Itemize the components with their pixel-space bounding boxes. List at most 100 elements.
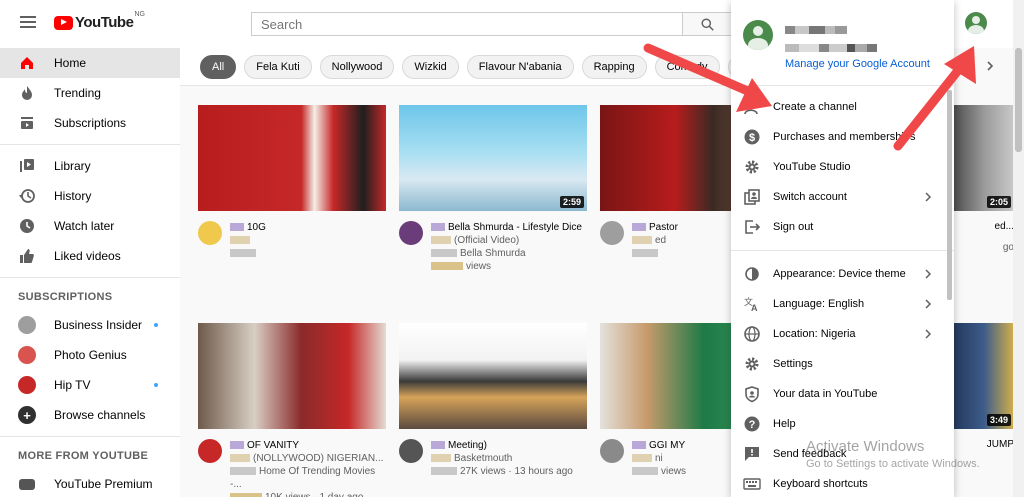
video-info	[230, 247, 266, 260]
chip-nollywood[interactable]: Nollywood	[319, 54, 395, 79]
menu-item-appearance-device-theme[interactable]: Appearance: Device theme	[731, 259, 954, 289]
video-text: Meeting) Basketmouth 27K views · 13 hours …	[431, 439, 573, 478]
video-card[interactable]: 10G	[198, 105, 386, 260]
manage-google-account-link[interactable]: Manage your Google Account	[785, 58, 930, 70]
video-title[interactable]: OF VANITY	[230, 439, 386, 452]
video-text: Pastor ed	[632, 221, 678, 260]
video-title[interactable]: Bella Shmurda - Lifestyle Dice	[431, 221, 582, 234]
video-thumbnail[interactable]	[399, 323, 587, 429]
channel-avatar[interactable]	[198, 439, 222, 463]
video-info	[632, 247, 678, 260]
sidebar-item-label: Liked videos	[54, 249, 121, 263]
video-thumbnail[interactable]	[198, 105, 386, 211]
redacted-text	[230, 223, 244, 232]
menu-item-your-data-in-youtube[interactable]: Your data in YouTube	[731, 379, 954, 409]
video-text: GGI MY ni views	[632, 439, 686, 478]
menu-item-label: Help	[773, 418, 796, 430]
video-info	[230, 234, 266, 247]
menu-icon[interactable]	[20, 16, 36, 28]
redacted-text	[230, 249, 256, 258]
video-text-fragment: (Official Video)	[454, 235, 520, 246]
sidebar-item-business-insider[interactable]: Business Insider	[0, 310, 180, 340]
search-button[interactable]	[683, 12, 733, 36]
page-scrollbar[interactable]	[1013, 0, 1024, 497]
sidebar: Home Trending Subscriptions Library History…	[0, 48, 180, 497]
channel-avatar[interactable]	[399, 439, 423, 463]
menu-item-create-a-channel[interactable]: Create a channel	[731, 92, 954, 122]
menu-item-sign-out[interactable]: Sign out	[731, 212, 954, 242]
chip-flavour-n-abania[interactable]: Flavour N'abania	[466, 54, 574, 79]
sidebar-item-history[interactable]: History	[0, 181, 180, 211]
video-thumbnail[interactable]: 2:59	[399, 105, 587, 211]
channel-avatar[interactable]	[198, 221, 222, 245]
video-info: (Official Video)	[431, 234, 582, 247]
chip-comedy[interactable]: Comedy	[654, 54, 720, 79]
video-title[interactable]: GGI MY	[632, 439, 686, 452]
sidebar-item-label: Photo Genius	[54, 348, 127, 362]
sidebar-item-library[interactable]: Library	[0, 151, 180, 181]
menu-item-language-english[interactable]: 文 A Language: English	[731, 289, 954, 319]
account-avatar-button[interactable]	[965, 12, 987, 34]
menu-item-keyboard-shortcuts[interactable]: Keyboard shortcuts	[731, 469, 954, 497]
menu-item-youtube-studio[interactable]: YouTube Studio	[731, 152, 954, 182]
scrollbar-thumb[interactable]	[1015, 48, 1022, 152]
filter-chips-bar: All Fela Kuti Nollywood Wizkid Flavour N'aba…	[180, 48, 731, 86]
sidebar-item-watch-later[interactable]: Watch later	[0, 211, 180, 241]
sidebar-item-subscriptions[interactable]: Subscriptions	[0, 108, 180, 138]
youtube-play-icon	[54, 15, 73, 30]
video-title[interactable]: 10G	[230, 221, 266, 234]
svg-text:?: ?	[749, 419, 756, 431]
sidebar-item-liked-videos[interactable]: Liked videos	[0, 241, 180, 271]
keyboard-icon	[743, 478, 761, 490]
redacted-text	[632, 236, 652, 245]
video-card[interactable]: 3:49 JUMP	[954, 323, 1014, 460]
video-text-fragment: ni	[655, 453, 663, 464]
channel-avatar[interactable]	[600, 221, 624, 245]
sidebar-item-hip-tv[interactable]: Hip TV	[0, 370, 180, 400]
menu-item-switch-account[interactable]: Switch account	[731, 182, 954, 212]
video-title[interactable]: Meeting)	[431, 439, 573, 452]
menu-icon: 文A	[743, 295, 761, 313]
sidebar-item-label: YouTube Premium	[54, 477, 153, 491]
menu-item-purchases-and-memberships[interactable]: $ Purchases and memberships	[731, 122, 954, 152]
video-thumbnail[interactable]: 2:05	[954, 105, 1014, 211]
sidebar-item-browse-channels[interactable]: + Browse channels	[0, 400, 180, 430]
video-title[interactable]: JUMP	[954, 439, 1014, 450]
sidebar-icon	[18, 247, 36, 265]
video-text-fragment: go	[1002, 242, 1014, 253]
video-thumbnail[interactable]	[198, 323, 386, 429]
sidebar-item-trending[interactable]: Trending	[0, 78, 180, 108]
video-meta: OF VANITY (NOLLYWOOD) NIGERIAN... Home Of …	[198, 439, 386, 497]
video-card[interactable]: 2:59 Bella Shmurda - Lifestyle Dice (Offic…	[399, 105, 587, 273]
search-input[interactable]	[251, 12, 683, 36]
youtube-premium-icon	[18, 475, 36, 493]
menu-scrollbar[interactable]	[947, 90, 952, 300]
youtube-logo[interactable]: YouTube NG	[54, 11, 145, 31]
chip-fela-kuti[interactable]: Fela Kuti	[244, 54, 312, 79]
menu-item-send-feedback[interactable]: Send feedback	[731, 439, 954, 469]
chevron-right-icon[interactable]	[982, 58, 998, 74]
menu-item-help[interactable]: ? Help	[731, 409, 954, 439]
menu-item-settings[interactable]: Settings	[731, 349, 954, 379]
video-card[interactable]: 2:05 ed... go	[954, 105, 1014, 253]
channel-avatar[interactable]	[399, 221, 423, 245]
video-thumbnail[interactable]: 3:49	[954, 323, 1014, 429]
menu-item-location-nigeria[interactable]: Location: Nigeria	[731, 319, 954, 349]
video-title[interactable]: ed... go	[954, 221, 1014, 253]
sidebar-item-home[interactable]: Home	[0, 48, 180, 78]
chip-all[interactable]: All	[200, 54, 237, 79]
chip-wizkid[interactable]: Wizkid	[402, 54, 459, 79]
redacted-text	[230, 236, 250, 245]
video-card[interactable]: OF VANITY (NOLLYWOOD) NIGERIAN... Home Of …	[198, 323, 386, 497]
history-icon	[19, 189, 35, 203]
channel-avatar[interactable]	[600, 439, 624, 463]
video-title[interactable]: Pastor	[632, 221, 678, 234]
chip-rapping[interactable]: Rapping	[581, 54, 647, 79]
sidebar-item-youtube-premium[interactable]: YouTube Premium	[0, 469, 180, 497]
video-card[interactable]: Meeting) Basketmouth 27K views · 13 hours …	[399, 323, 587, 478]
logo-word: YouTube	[75, 14, 134, 31]
subscriptions-icon	[21, 117, 33, 129]
video-info: ni	[632, 452, 686, 465]
sidebar-item-photo-genius[interactable]: Photo Genius	[0, 340, 180, 370]
redacted-text	[632, 454, 652, 463]
